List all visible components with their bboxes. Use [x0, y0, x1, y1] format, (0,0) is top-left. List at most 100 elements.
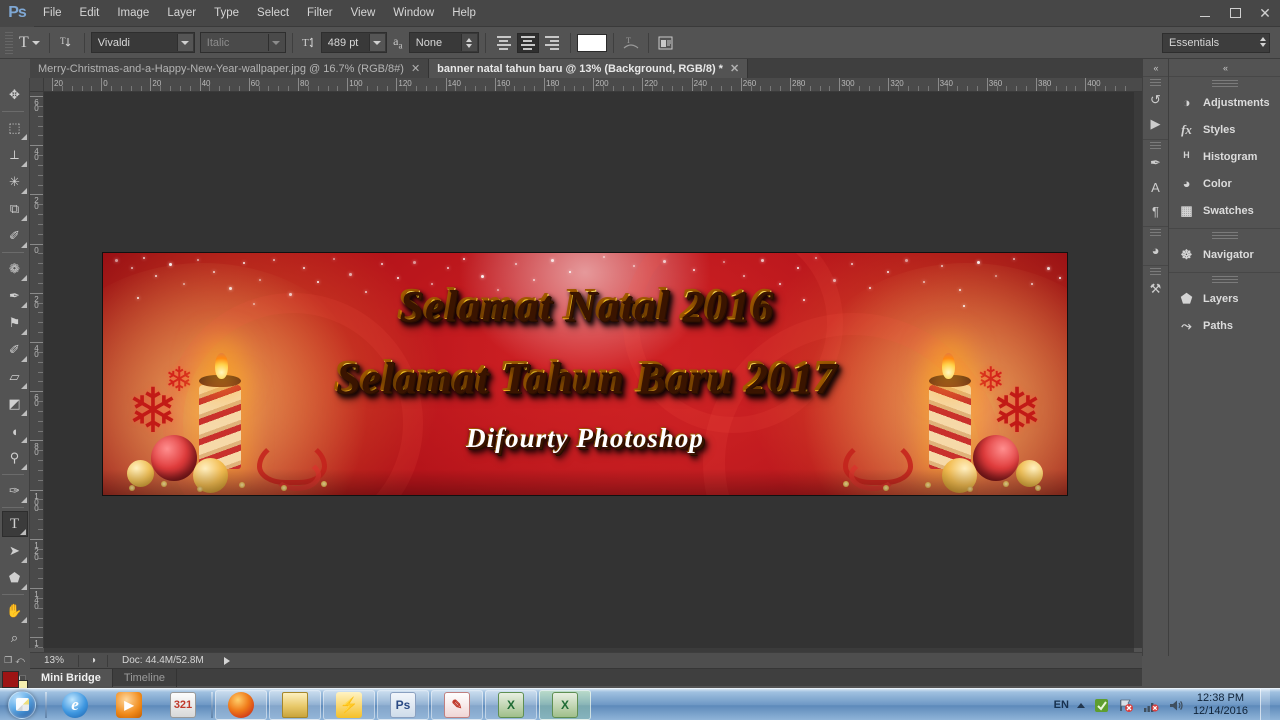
taskbar-windows-explorer[interactable] — [269, 689, 321, 720]
panel-item-color[interactable]: ◕ Color — [1169, 170, 1280, 197]
panel-item-navigator[interactable]: ☸ Navigator — [1169, 241, 1280, 268]
zoom-tool[interactable]: ⌕ — [2, 625, 28, 651]
document-info-icon[interactable]: ◑ — [79, 655, 107, 666]
panel-item-styles[interactable]: fx Styles — [1169, 116, 1280, 143]
menu-image[interactable]: Image — [108, 0, 158, 27]
signal-tray-icon[interactable] — [1143, 697, 1160, 714]
canvas-area[interactable]: ❄ ❄ ❄ ❄ — [44, 92, 1134, 648]
move-tool[interactable]: ✥ — [2, 82, 28, 108]
vertical-scrollbar[interactable] — [1134, 92, 1142, 648]
align-left-button[interactable] — [493, 33, 515, 53]
font-style-select[interactable]: Italic — [199, 32, 286, 53]
text-orientation-icon[interactable]: T — [56, 32, 78, 54]
taskbar-winamp[interactable]: ⚡ — [323, 689, 375, 720]
panel-item-layers[interactable]: ⬟ Layers — [1169, 285, 1280, 312]
actions-panel-icon[interactable]: ▶ — [1144, 112, 1168, 136]
default-colors-icon[interactable]: ❐ — [4, 655, 12, 666]
antivirus-tray-icon[interactable] — [1093, 697, 1110, 714]
quick-selection-tool[interactable]: ✳ — [2, 169, 28, 195]
ruler-corner[interactable] — [30, 78, 44, 92]
spot-healing-brush-tool[interactable]: ❁ — [2, 256, 28, 282]
panel-item-paths[interactable]: ⤳ Paths — [1169, 312, 1280, 339]
menu-edit[interactable]: Edit — [71, 0, 109, 27]
taskbar-adobe-photoshop[interactable]: Ps — [377, 689, 429, 720]
taskbar-microsoft-powerpoint[interactable]: ✎ — [431, 689, 483, 720]
network-tray-icon[interactable] — [1118, 697, 1135, 714]
tool-presets-panel-icon[interactable]: ⚒ — [1144, 277, 1168, 301]
collapse-dock-button[interactable]: « — [1169, 59, 1280, 76]
crop-tool[interactable]: ⧉ — [2, 196, 28, 222]
document-tab-banner[interactable]: banner natal tahun baru @ 13% (Backgroun… — [429, 59, 749, 78]
close-button[interactable]: ✕ — [1250, 2, 1280, 24]
horizontal-ruler[interactable]: 20 0 20 40 60 80 100 120 140 160 180 200 220 240 260 28… — [44, 78, 1142, 92]
panel-group-grip[interactable] — [1150, 229, 1161, 236]
hand-tool[interactable]: ✋ — [2, 598, 28, 624]
menu-filter[interactable]: Filter — [298, 0, 342, 27]
color-panel-icon[interactable]: ◕ — [1144, 238, 1168, 262]
menu-window[interactable]: Window — [384, 0, 443, 27]
zoom-level[interactable]: 13% — [30, 655, 78, 666]
horizontal-type-tool[interactable]: T — [1, 511, 28, 537]
menu-layer[interactable]: Layer — [158, 0, 205, 27]
chevron-up-icon[interactable] — [1076, 702, 1085, 708]
panel-group-grip[interactable] — [1211, 276, 1238, 283]
close-icon[interactable]: ✕ — [411, 62, 420, 75]
warp-text-icon[interactable]: T — [620, 32, 642, 54]
menu-view[interactable]: View — [342, 0, 385, 27]
brush-presets-panel-icon[interactable]: ✒ — [1144, 151, 1168, 175]
history-panel-icon[interactable]: ↺ — [1144, 88, 1168, 112]
menu-type[interactable]: Type — [205, 0, 248, 27]
status-expand-arrow-icon[interactable] — [223, 656, 230, 665]
foreground-color-swatch[interactable] — [1, 671, 19, 688]
panel-group-grip[interactable] — [1150, 142, 1161, 149]
rectangular-marquee-tool[interactable]: ⬚ — [2, 115, 28, 141]
document-tab-wallpaper[interactable]: Merry-Christmas-and-a-Happy-New-Year-wal… — [30, 59, 430, 78]
taskbar-windows-media-player[interactable]: ▶ — [103, 690, 155, 720]
blur-tool[interactable]: ◖ — [2, 418, 28, 444]
volume-tray-icon[interactable] — [1168, 697, 1185, 714]
swap-colors-icon[interactable]: ⤺ — [15, 655, 25, 666]
taskbar-microsoft-excel[interactable]: X — [485, 689, 537, 720]
align-right-button[interactable] — [541, 33, 563, 53]
panel-group-grip[interactable] — [1211, 232, 1238, 239]
panel-item-adjustments[interactable]: ◑ Adjustments — [1169, 89, 1280, 116]
vertical-ruler[interactable]: 604020020406080100120140160 — [30, 92, 44, 648]
taskbar-microsoft-excel-2[interactable]: X — [539, 689, 591, 720]
workspace-select[interactable]: Essentials — [1162, 33, 1270, 53]
language-indicator[interactable]: EN — [1054, 699, 1069, 711]
document-canvas[interactable]: ❄ ❄ ❄ ❄ — [102, 252, 1068, 496]
options-bar-grip[interactable] — [5, 31, 13, 54]
minimize-button[interactable] — [1190, 2, 1220, 24]
history-brush-tool[interactable]: ✐ — [2, 337, 28, 363]
taskbar-media-player-classic-321[interactable]: 321 — [157, 690, 209, 720]
font-size-select[interactable]: 489 pt — [320, 32, 387, 53]
gradient-tool[interactable]: ◩ — [2, 391, 28, 417]
pen-tool[interactable]: ✑ — [2, 478, 28, 504]
menu-select[interactable]: Select — [248, 0, 298, 27]
eyedropper-tool[interactable]: ✐ — [2, 223, 28, 249]
show-desktop-button[interactable] — [1260, 689, 1270, 720]
restore-button[interactable] — [1220, 2, 1250, 24]
lasso-tool[interactable]: ⟂ — [2, 142, 28, 168]
taskbar-internet-explorer[interactable]: e — [49, 690, 101, 720]
clock[interactable]: 12:38 PM 12/14/2016 — [1193, 692, 1248, 718]
dodge-tool[interactable]: ⚲ — [2, 445, 28, 471]
eraser-tool[interactable]: ▱ — [2, 364, 28, 390]
character-panel-icon[interactable]: A — [1144, 175, 1168, 199]
collapse-panels-button[interactable]: « — [1143, 59, 1169, 76]
text-color-swatch[interactable] — [576, 33, 607, 52]
clone-stamp-tool[interactable]: ⚑ — [2, 310, 28, 336]
brush-tool[interactable]: ✒ — [2, 283, 28, 309]
close-icon[interactable]: ✕ — [730, 62, 739, 75]
custom-shape-tool[interactable]: ⬟ — [2, 565, 28, 591]
panel-item-swatches[interactable]: ▦ Swatches — [1169, 197, 1280, 224]
paragraph-panel-icon[interactable]: ¶ — [1144, 199, 1168, 223]
menu-help[interactable]: Help — [443, 0, 485, 27]
tab-timeline[interactable]: Timeline — [113, 668, 178, 687]
tab-mini-bridge[interactable]: Mini Bridge — [30, 668, 113, 687]
panel-group-grip[interactable] — [1150, 268, 1161, 275]
path-selection-tool[interactable]: ➤ — [2, 538, 28, 564]
font-family-select[interactable]: Vivaldi — [90, 32, 195, 53]
taskbar-mozilla-firefox[interactable] — [215, 689, 267, 720]
start-button[interactable] — [0, 689, 44, 720]
